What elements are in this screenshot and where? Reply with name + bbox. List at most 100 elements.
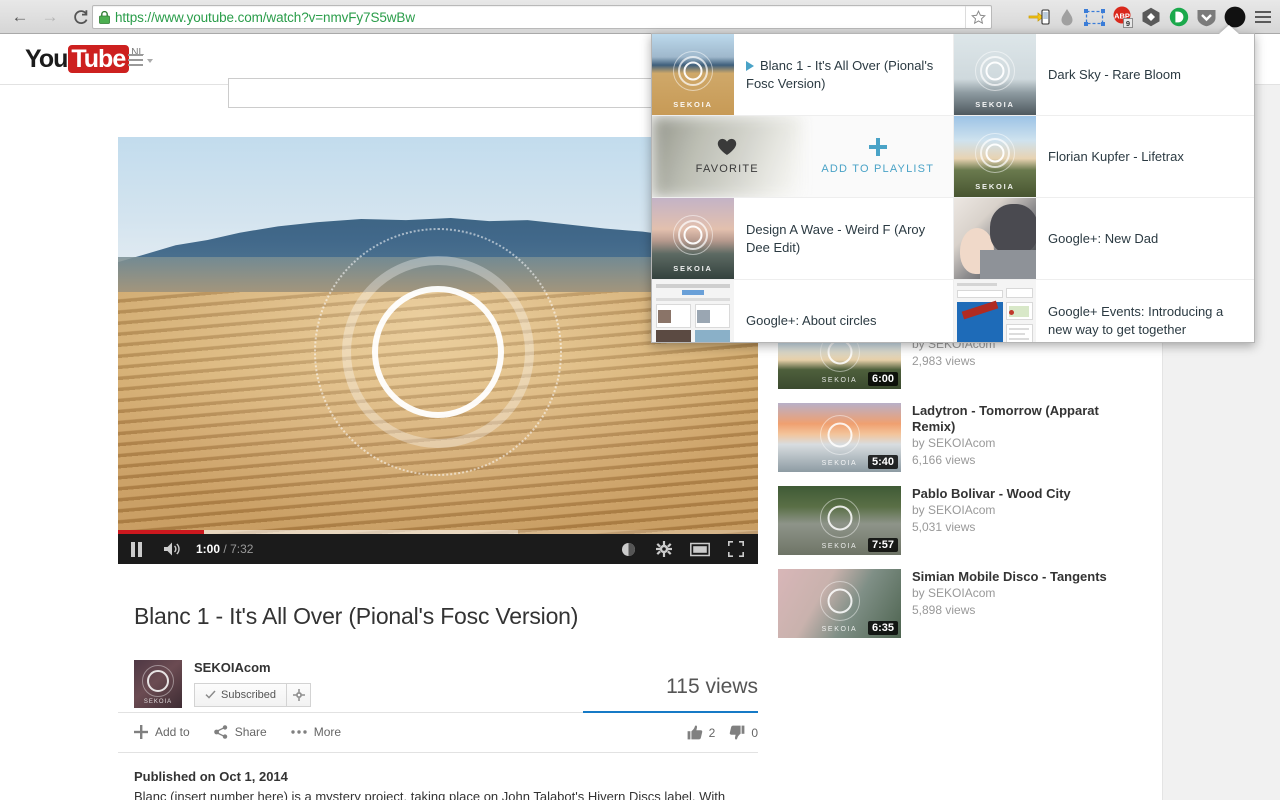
shoulder-shape: [980, 250, 1036, 279]
adblock-badge-count: 9: [1125, 19, 1129, 28]
playlist-item[interactable]: Google+ Events: Introducing a new way to…: [954, 280, 1254, 342]
volume-icon[interactable]: [154, 534, 190, 564]
pocket-circle-icon[interactable]: [1165, 2, 1192, 32]
plus-icon: [134, 725, 148, 740]
thumb-ring-inner: [985, 143, 1005, 163]
playlist-item-hover-actions[interactable]: FAVORITE ADD TO PLAYLIST: [652, 116, 954, 198]
playlist-item-title: Google+ Events: Introducing a new way to…: [1048, 303, 1224, 337]
hamburger-menu-icon[interactable]: [128, 54, 153, 66]
sekoia-ring-watermark: [298, 212, 578, 492]
dislike-button[interactable]: 0: [729, 725, 758, 740]
published-date: Published on Oct 1, 2014: [134, 768, 288, 784]
avatar[interactable]: SEKOIA: [134, 659, 182, 708]
share-button[interactable]: Share: [213, 725, 267, 740]
playlist-item-title: Google+: New Dad: [1048, 230, 1159, 246]
list-item-meta: Pablo Bolivar - Wood City by SEKOIAcom 5…: [901, 486, 1071, 569]
search-input[interactable]: [228, 78, 658, 108]
captions-icon[interactable]: [610, 534, 646, 564]
subscription-settings-gear-icon[interactable]: [286, 682, 312, 707]
logo-tube-text: Tube: [68, 45, 130, 73]
shield-chevron-icon[interactable]: [1193, 2, 1220, 32]
thumb-ring-inner: [827, 422, 852, 448]
video-uploader: by SEKOIAcom: [912, 503, 996, 517]
watermark-ring-inner: [372, 286, 504, 418]
video-description: Published on Oct 1, 2014 Blanc (insert n…: [118, 753, 758, 800]
playlist-item-title-wrap: Dark Sky - Rare Bloom: [1036, 34, 1254, 115]
video-uploader: by SEKOIAcom: [912, 436, 996, 450]
subscribed-button[interactable]: Subscribed: [194, 682, 287, 707]
time-display: 1:00 / 7:32: [196, 542, 253, 556]
duration: 7:32: [230, 542, 254, 556]
playlist-item-title: Google+: About circles: [746, 312, 877, 328]
reload-icon[interactable]: [66, 3, 94, 31]
mobile-send-icon[interactable]: [1025, 2, 1052, 32]
url-scheme: https: [115, 9, 144, 25]
playlist-item-title: Blanc 1 - It's All Over (Pional's Fosc V…: [746, 57, 934, 91]
list-item-meta: Ladytron - Tomorrow (Apparat Remix) by S…: [901, 403, 1144, 486]
time-separator: /: [223, 542, 227, 556]
channel-name-link[interactable]: SEKOIAcom: [194, 660, 271, 675]
playlist-item-title: Design A Wave - Weird F (Aroy Dee Edit): [746, 221, 926, 255]
list-item[interactable]: SEKOIA 6:35 Simian Mobile Disco - Tangen…: [778, 569, 1158, 652]
fullscreen-icon[interactable]: [718, 534, 754, 564]
playlist-item[interactable]: SEKOIA Dark Sky - Rare Bloom: [954, 34, 1254, 116]
add-to-button[interactable]: Add to: [134, 725, 190, 740]
playlist-item[interactable]: Google+: About circles: [652, 280, 954, 342]
adblock-plus-icon[interactable]: ABP 9: [1109, 2, 1136, 32]
video-duration: 5:40: [867, 455, 898, 469]
video-thumbnail: [652, 280, 734, 342]
playlist-item[interactable]: Google+: New Dad: [954, 198, 1254, 280]
video-thumbnail: SEKOIA: [954, 116, 1036, 197]
bookmark-star-icon[interactable]: [965, 6, 991, 28]
video-title: Simian Mobile Disco - Tangents: [912, 569, 1107, 584]
youtube-logo[interactable]: You Tube NL: [25, 45, 144, 73]
add-to-playlist-label: ADD TO PLAYLIST: [821, 163, 935, 175]
video-views: 6,166 views: [912, 453, 976, 467]
video-thumbnail: SEKOIA 6:35: [778, 569, 901, 638]
share-label: Share: [234, 725, 267, 740]
page-title: Blanc 1 - It's All Over (Pional's Fosc V…: [134, 603, 579, 630]
check-icon: [205, 690, 216, 699]
like-button[interactable]: 2: [687, 725, 715, 740]
video-thumbnail: SEKOIA: [652, 198, 734, 279]
popup-arrow: [1219, 25, 1239, 34]
playlist-item[interactable]: SEKOIA Design A Wave - Weird F (Aroy Dee…: [652, 198, 954, 280]
video-thumbnail: SEKOIA 7:57: [778, 486, 901, 555]
chevron-down-icon: [147, 59, 153, 63]
hexagon-diamond-icon[interactable]: [1137, 2, 1164, 32]
video-duration: 6:35: [867, 621, 898, 635]
back-arrow-icon[interactable]: ←: [6, 3, 34, 31]
more-button[interactable]: More: [291, 725, 341, 739]
add-to-label: Add to: [155, 725, 190, 740]
logo-you-text: You: [25, 45, 68, 73]
address-bar[interactable]: https://www.youtube.com/watch?v=nmvFy7S5…: [92, 5, 992, 29]
forward-arrow-icon[interactable]: →: [36, 3, 64, 31]
playlist-item-title-wrap: Google+ Events: Introducing a new way to…: [1036, 280, 1254, 342]
video-views: 5,898 views: [912, 603, 976, 617]
pause-icon[interactable]: [118, 534, 154, 564]
playlist-item-title-wrap: Google+: About circles: [734, 280, 953, 342]
playlist-item[interactable]: SEKOIA Florian Kupfer - Lifetrax: [954, 116, 1254, 198]
thumb-ring-inner: [827, 505, 852, 531]
gear-icon[interactable]: [646, 534, 682, 564]
droplet-icon[interactable]: [1053, 2, 1080, 32]
chrome-menu-icon[interactable]: [1249, 2, 1276, 32]
list-item[interactable]: SEKOIA 7:57 Pablo Bolivar - Wood City by…: [778, 486, 1158, 569]
add-to-playlist-button[interactable]: ADD TO PLAYLIST: [803, 116, 954, 197]
video-thumbnail: SEKOIA 5:40: [778, 403, 901, 472]
navigation-buttons: ← →: [6, 0, 94, 34]
playlist-grid: SEKOIA Blanc 1 - It's All Over (Pional's…: [652, 34, 1254, 342]
subscribed-label: Subscribed: [221, 688, 277, 701]
theater-mode-icon[interactable]: [682, 534, 718, 564]
video-views: 2,983 views: [912, 354, 976, 368]
subscribe-controls: Subscribed: [194, 682, 312, 707]
playlist-item-now-playing[interactable]: SEKOIA Blanc 1 - It's All Over (Pional's…: [652, 34, 954, 116]
video-duration: 7:57: [867, 538, 898, 552]
favorite-button[interactable]: FAVORITE: [652, 116, 803, 197]
thumb-watermark: SEKOIA: [975, 182, 1015, 191]
list-item[interactable]: SEKOIA 5:40 Ladytron - Tomorrow (Apparat…: [778, 403, 1158, 486]
view-count: 115 views: [666, 674, 758, 698]
screenshot-frame-icon[interactable]: [1081, 2, 1108, 32]
thumbs-up-icon: [687, 725, 702, 740]
thumbs-down-icon: [730, 725, 745, 740]
